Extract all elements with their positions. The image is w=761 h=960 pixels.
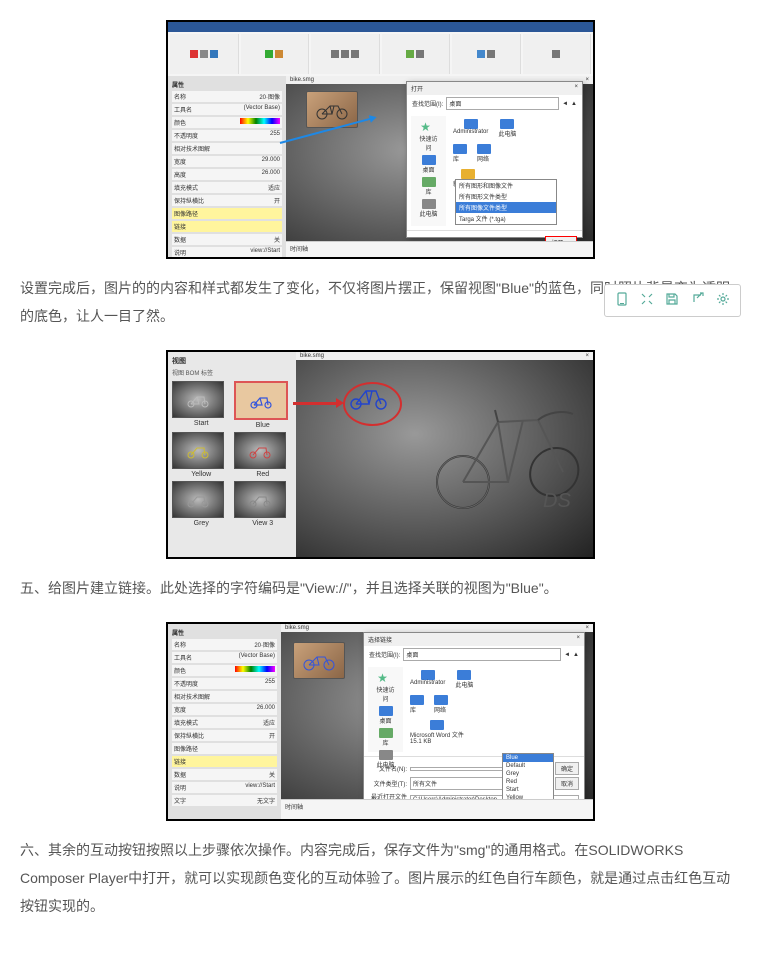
ds-logo: DS: [543, 490, 571, 512]
save-icon[interactable]: [661, 289, 683, 309]
expand-icon[interactable]: [636, 289, 658, 309]
panel-title: 属性: [172, 80, 282, 89]
dialog-title: 打开: [411, 84, 423, 93]
cancel-button[interactable]: 取消: [553, 257, 577, 259]
paragraph-3: 六、其余的互动按钮按照以上步骤依次操作。内容完成后，保存文件为"smg"的通用格…: [20, 836, 741, 920]
link-dialog: 选择链接× 查找范围(I): 桌面 ◄ ▲ ★快速访问 桌面 库 此电脑: [363, 632, 585, 804]
screenshot-1: 属性 名称20·图像 工具名(Vector Base) 颜色 不透明度255 相…: [166, 20, 595, 259]
app-window-3: 属性 名称20·图像 工具名(Vector Base) 颜色 不透明度255 相…: [168, 624, 593, 819]
file-tab[interactable]: bike.smg: [300, 353, 324, 359]
properties-panel: 属性 名称20·图像 工具名(Vector Base) 颜色 不透明度255 相…: [168, 76, 286, 259]
file-open-dialog: 打开× 查找范围(I): 桌面 ◄ ▲ ★快速访问 桌面 库 此电脑: [406, 81, 583, 238]
ok-button[interactable]: 确定: [555, 762, 579, 775]
dialog-file-area[interactable]: Administrator 此电脑 库 网络 Microsoft Word 文件…: [407, 667, 580, 752]
views-tabs[interactable]: 视图 BOM 标签: [172, 368, 292, 377]
screenshot-3: 属性 名称20·图像 工具名(Vector Base) 颜色 不透明度255 相…: [166, 622, 595, 821]
view-red[interactable]: Red: [234, 432, 293, 478]
bike-large: DS: [423, 372, 588, 515]
views-panel: 视图 视图 BOM 标签 Start Blue Yellow Red Grey …: [168, 352, 296, 559]
file-tab[interactable]: bike.smg: [290, 77, 314, 83]
app-window: 属性 名称20·图像 工具名(Vector Base) 颜色 不透明度255 相…: [168, 22, 593, 257]
back-icon[interactable]: ◄: [564, 652, 570, 658]
nav-lib[interactable]: 库: [419, 177, 439, 196]
view-yellow[interactable]: Yellow: [172, 432, 231, 478]
nav-desktop[interactable]: 桌面: [376, 706, 396, 725]
close-icon[interactable]: ×: [576, 635, 580, 644]
nav-quick[interactable]: ★快速访问: [419, 120, 439, 152]
main-canvas[interactable]: bike.smg× DS: [296, 352, 593, 557]
paragraph-2: 五、给图片建立链接。此处选择的字符编码是"View://"，并且选择关联的视图为…: [20, 574, 741, 602]
view-start[interactable]: Start: [172, 381, 231, 429]
link-row-3[interactable]: 链接: [172, 756, 277, 767]
filetype-options[interactable]: 所有图形和图像文件 所有图形文件类型 所有图像文件类型 Targa 文件 (*.…: [455, 179, 557, 225]
close-icon[interactable]: ×: [574, 84, 578, 93]
share-icon[interactable]: [687, 289, 709, 309]
views-title: 视图: [172, 356, 292, 366]
back-icon[interactable]: ◄: [562, 101, 568, 107]
up-icon[interactable]: ▲: [571, 101, 577, 107]
app-titlebar: [168, 22, 593, 32]
view-blue[interactable]: Blue: [234, 381, 293, 429]
filetype-dropdown[interactable]: 所有图形和图像文件: [453, 257, 550, 259]
properties-panel-3: 属性 名称20·图像 工具名(Vector Base) 颜色 不透明度255 相…: [168, 624, 281, 819]
bike-thumbnail-3[interactable]: [293, 642, 345, 679]
highlight-circle: [343, 382, 402, 426]
app-body: 属性 名称20·图像 工具名(Vector Base) 颜色 不透明度255 相…: [168, 76, 593, 259]
screenshot-2: 视图 视图 BOM 标签 Start Blue Yellow Red Grey …: [166, 350, 595, 559]
mobile-icon[interactable]: [611, 289, 633, 309]
lookin-dropdown[interactable]: 桌面: [403, 648, 561, 661]
view-grey[interactable]: Grey: [172, 481, 231, 527]
up-icon[interactable]: ▲: [573, 652, 579, 658]
settings-icon[interactable]: [712, 289, 734, 309]
lookin-dropdown[interactable]: 桌面: [446, 97, 559, 110]
nav-quick[interactable]: ★快速访问: [376, 671, 396, 703]
nav-lib[interactable]: 库: [376, 728, 396, 747]
dialog-title: 选择链接: [368, 635, 392, 644]
timeline-3[interactable]: 时间轴: [281, 799, 593, 819]
cancel-button[interactable]: 取消: [555, 777, 579, 790]
app-ribbon: [168, 32, 593, 76]
canvas[interactable]: bike.smg× 打开× 查找范围(I): 桌面 ◄ ▲ ★快速访问: [286, 76, 593, 259]
timeline[interactable]: 时间轴: [286, 241, 593, 259]
file-tab[interactable]: bike.smg: [285, 625, 309, 631]
link-row[interactable]: 链接: [172, 221, 282, 232]
red-arrow: [293, 402, 338, 405]
nav-desktop[interactable]: 桌面: [419, 155, 439, 174]
view-3[interactable]: View 3: [234, 481, 293, 527]
canvas-3[interactable]: bike.smg× 选择链接× 查找范围(I): 桌面 ◄ ▲ ★快速: [281, 624, 593, 819]
nav-pc[interactable]: 此电脑: [419, 199, 439, 218]
image-path-row[interactable]: 图像路径: [172, 208, 282, 219]
dialog-nav: ★快速访问 桌面 库 此电脑: [411, 116, 446, 226]
floating-toolbar: [604, 284, 741, 317]
